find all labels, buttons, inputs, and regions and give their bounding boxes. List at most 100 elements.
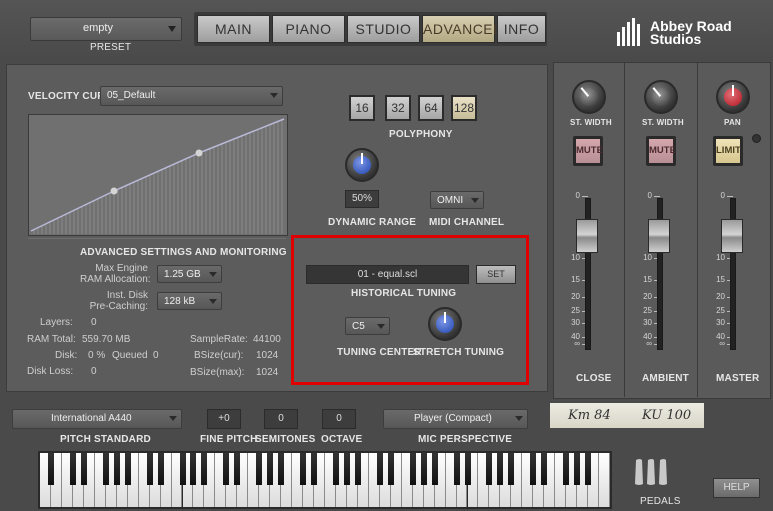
tuning-center-value: C5 (352, 321, 365, 332)
piano-white-key[interactable] (599, 453, 610, 507)
piano-black-key[interactable] (157, 453, 164, 485)
logo-bars-icon (617, 18, 640, 46)
piano-black-key[interactable] (311, 453, 318, 485)
fader-scale-tick: 0 (647, 191, 652, 200)
velocity-curve-graph[interactable] (28, 114, 288, 236)
fader-scale-tick: 15 (571, 275, 580, 284)
piano-black-key[interactable] (497, 453, 504, 485)
piano-black-key[interactable] (102, 453, 109, 485)
midi-channel-dropdown[interactable]: OMNI (430, 191, 484, 209)
piano-black-key[interactable] (278, 453, 285, 485)
preset-dropdown[interactable]: empty (30, 17, 182, 41)
piano-black-key[interactable] (332, 453, 339, 485)
preset-label: PRESET (90, 42, 132, 53)
piano-black-key[interactable] (124, 453, 131, 485)
piano-black-key[interactable] (190, 453, 197, 485)
piano-black-key[interactable] (179, 453, 186, 485)
fine-pitch-value[interactable]: +0 (207, 409, 241, 429)
piano-black-key[interactable] (113, 453, 120, 485)
piano-black-key[interactable] (300, 453, 307, 485)
chevron-down-icon (515, 416, 523, 421)
piano-black-key[interactable] (453, 453, 460, 485)
piano-black-key[interactable] (486, 453, 493, 485)
polyphony-16-button[interactable]: 16 (349, 95, 375, 121)
master-pan-knob[interactable] (716, 80, 750, 114)
ram-total-value: 559.70 MB (82, 334, 131, 345)
polyphony-32-button[interactable]: 32 (385, 95, 411, 121)
piano-black-key[interactable] (343, 453, 350, 485)
fader-scale-line (582, 196, 588, 197)
tuning-center-dropdown[interactable]: C5 (345, 317, 390, 335)
midi-channel-value: OMNI (437, 195, 464, 206)
pre-caching-label-line1: Inst. Disk (106, 290, 148, 301)
piano-black-key[interactable] (585, 453, 592, 485)
piano-black-key[interactable] (146, 453, 153, 485)
close-fader[interactable] (576, 219, 598, 253)
fader-scale-line (727, 196, 733, 197)
fader-scale-tick: 10 (571, 253, 580, 262)
master-fader[interactable] (721, 219, 743, 253)
polyphony-64-button[interactable]: 64 (418, 95, 444, 121)
dynamic-range-knob[interactable] (345, 148, 379, 182)
piano-black-key[interactable] (354, 453, 361, 485)
piano-black-key[interactable] (563, 453, 570, 485)
ambient-fader[interactable] (648, 219, 670, 253)
mic-left-label: Km 84 (568, 408, 611, 423)
velocity-curve-plot (30, 118, 285, 234)
set-button[interactable]: SET (476, 265, 516, 284)
piano-black-key[interactable] (256, 453, 263, 485)
ambient-mute-button[interactable]: MUTE (646, 136, 676, 166)
semitones-value[interactable]: 0 (264, 409, 298, 429)
master-limit-button[interactable]: LIMIT (713, 136, 743, 166)
tab-studio[interactable]: STUDIO (347, 15, 420, 43)
piano-black-key[interactable] (376, 453, 383, 485)
logo-line-2: Studios (650, 31, 702, 47)
piano-black-key[interactable] (387, 453, 394, 485)
piano-black-key[interactable] (69, 453, 76, 485)
stretch-tuning-label: STRETCH TUNING (413, 347, 505, 358)
chevron-down-icon (209, 272, 217, 277)
pitch-standard-dropdown[interactable]: International A440 (12, 409, 182, 429)
piano-black-key[interactable] (530, 453, 537, 485)
disk-loss-value: 0 (91, 366, 97, 377)
polyphony-128-button[interactable]: 128 (451, 95, 477, 121)
mic-perspective-dropdown[interactable]: Player (Compact) (383, 409, 528, 429)
tab-main[interactable]: MAIN (197, 15, 270, 43)
piano-black-key[interactable] (267, 453, 274, 485)
close-channel-label: CLOSE (576, 373, 612, 384)
piano-black-key[interactable] (574, 453, 581, 485)
fader-scale-tick: 10 (716, 253, 725, 262)
piano-black-key[interactable] (420, 453, 427, 485)
ram-allocation-label: Max Engine RAM Allocation: (80, 263, 151, 285)
piano-black-key[interactable] (201, 453, 208, 485)
velocity-curve-dropdown[interactable]: 05_Default (100, 86, 283, 106)
octave-value[interactable]: 0 (322, 409, 356, 429)
tab-piano[interactable]: PIANO (272, 15, 345, 43)
stretch-tuning-knob[interactable] (428, 307, 462, 341)
piano-black-key[interactable] (464, 453, 471, 485)
queued-value: 0 (153, 350, 159, 361)
help-button[interactable]: HELP (713, 478, 760, 498)
midi-channel-label: MIDI CHANNEL (429, 217, 505, 228)
pre-caching-label-line2: Pre-Caching: (89, 301, 148, 312)
piano-black-key[interactable] (80, 453, 87, 485)
chevron-down-icon (471, 198, 479, 203)
piano-black-key[interactable] (47, 453, 54, 485)
piano-black-key[interactable] (541, 453, 548, 485)
ambient-width-knob[interactable] (644, 80, 678, 114)
piano-black-key[interactable] (431, 453, 438, 485)
ambient-channel-label: AMBIENT (642, 373, 689, 384)
pre-caching-dropdown[interactable]: 128 kB (157, 292, 222, 310)
ram-allocation-dropdown[interactable]: 1.25 GB (157, 265, 222, 283)
close-mute-button[interactable]: MUTE (573, 136, 603, 166)
close-width-knob[interactable] (572, 80, 606, 114)
polyphony-label: POLYPHONY (389, 129, 453, 140)
piano-black-key[interactable] (508, 453, 515, 485)
historical-tuning-display[interactable]: 01 - equal.scl (306, 265, 469, 284)
tab-info[interactable]: INFO (497, 15, 546, 43)
piano-black-key[interactable] (234, 453, 241, 485)
pedals-icon[interactable] (632, 458, 672, 488)
tab-advanced[interactable]: ADVANCED (422, 15, 503, 43)
piano-black-key[interactable] (223, 453, 230, 485)
piano-black-key[interactable] (409, 453, 416, 485)
